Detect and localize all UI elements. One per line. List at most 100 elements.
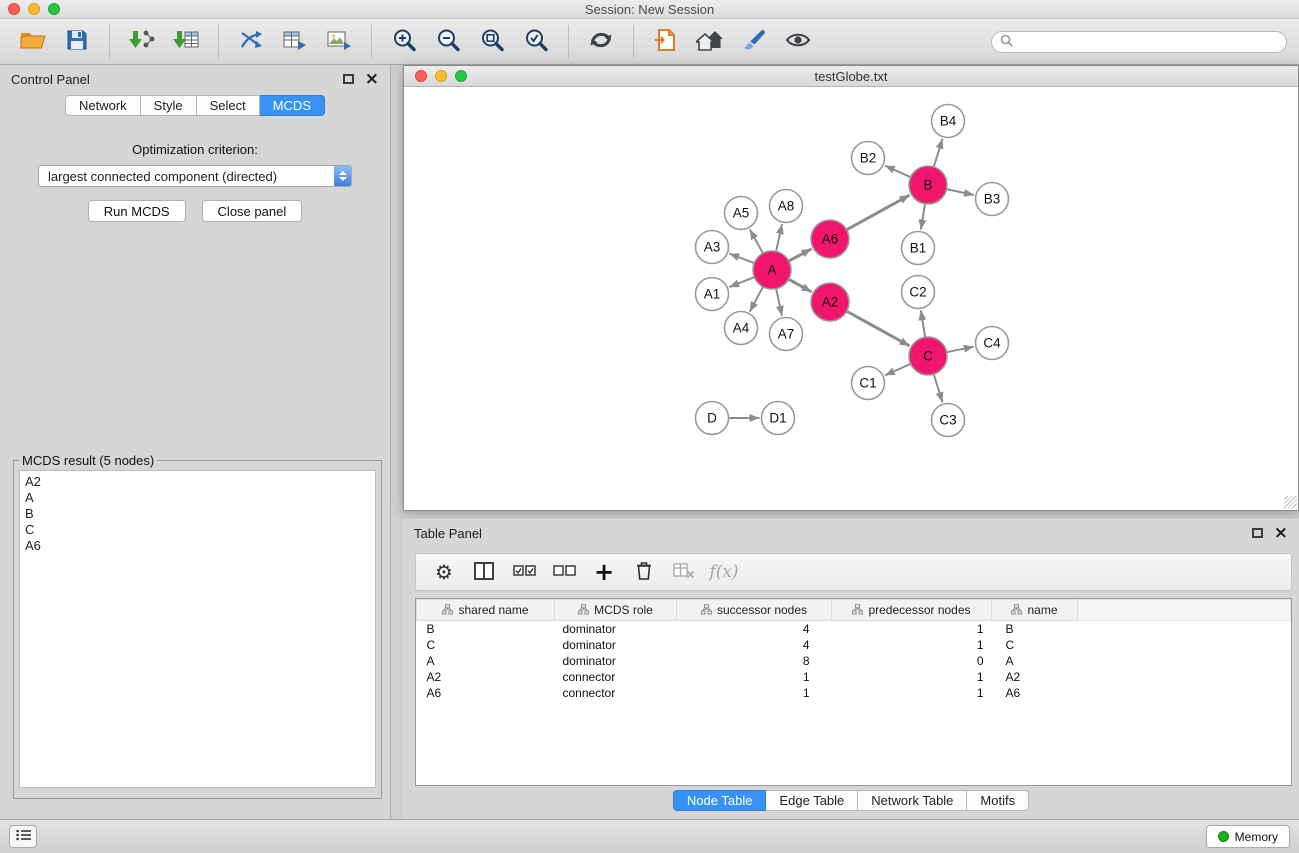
tab-network[interactable]: Network xyxy=(65,95,141,116)
function-builder-button[interactable]: f(x) xyxy=(706,556,742,588)
zoom-window-button[interactable] xyxy=(48,3,60,15)
style-button[interactable] xyxy=(733,23,775,61)
graph-node-A1[interactable]: A1 xyxy=(696,278,729,311)
graph-edge-C-C1[interactable] xyxy=(885,364,911,376)
result-item[interactable]: A2 xyxy=(25,474,370,490)
graph-node-C[interactable]: C xyxy=(909,337,947,375)
result-item[interactable]: A xyxy=(25,490,370,506)
graph-node-A7[interactable]: A7 xyxy=(770,318,803,351)
graph-edge-B-B2[interactable] xyxy=(885,166,911,178)
graph-node-C2[interactable]: C2 xyxy=(902,276,935,309)
table-cell[interactable]: B xyxy=(417,621,555,637)
table-cell[interactable]: 1 xyxy=(832,685,992,701)
tab-mcds[interactable]: MCDS xyxy=(260,95,325,116)
graph-edge-A6-B[interactable] xyxy=(847,195,910,230)
table-cell[interactable]: 1 xyxy=(832,637,992,653)
graph-edge-A-A7[interactable] xyxy=(776,289,782,316)
table-cell[interactable]: dominator xyxy=(555,653,677,669)
create-column-button[interactable]: + xyxy=(586,556,622,588)
table-cell[interactable]: A6 xyxy=(992,685,1078,701)
table-cell[interactable]: dominator xyxy=(555,637,677,653)
graph-edge-B-B3[interactable] xyxy=(947,189,974,195)
search-input[interactable] xyxy=(1018,35,1278,49)
tab-node-table[interactable]: Node Table xyxy=(673,790,767,811)
graph-node-A3[interactable]: A3 xyxy=(696,231,729,264)
float-table-panel-icon[interactable] xyxy=(1252,528,1263,538)
select-all-columns-button[interactable] xyxy=(506,556,542,588)
table-cell[interactable]: dominator xyxy=(555,621,677,637)
table-cell[interactable]: 1 xyxy=(677,669,832,685)
close-panel-button[interactable]: Close panel xyxy=(202,200,303,222)
table-row[interactable]: Bdominator41B xyxy=(417,621,1291,637)
tab-network-table[interactable]: Network Table xyxy=(858,790,967,811)
open-session-button[interactable] xyxy=(12,23,54,61)
show-columns-button[interactable] xyxy=(466,556,502,588)
graph-node-B1[interactable]: B1 xyxy=(902,232,935,265)
graph-node-B3[interactable]: B3 xyxy=(976,183,1009,216)
close-network-window-button[interactable] xyxy=(415,70,427,82)
network-home-button[interactable] xyxy=(689,23,731,61)
table-cell[interactable]: 4 xyxy=(677,637,832,653)
document-import-button[interactable] xyxy=(645,23,687,61)
new-table-button[interactable] xyxy=(274,23,316,61)
graph-edge-A-A3[interactable] xyxy=(729,254,754,264)
graph-node-D[interactable]: D xyxy=(696,402,729,435)
table-row[interactable]: A2connector11A2 xyxy=(417,669,1291,685)
show-graphics-button[interactable] xyxy=(777,23,819,61)
graph-node-B2[interactable]: B2 xyxy=(852,142,885,175)
table-cell[interactable]: A6 xyxy=(417,685,555,701)
graph-node-B[interactable]: B xyxy=(909,166,947,204)
result-item[interactable]: B xyxy=(25,506,370,522)
table-cell[interactable]: connector xyxy=(555,685,677,701)
network-canvas[interactable]: B4B2BB3A8A5A6A3B1AC2A1A2A4A7C4CC1C3DD1 xyxy=(404,87,1298,510)
graph-edge-A-A1[interactable] xyxy=(729,277,754,287)
graph-edge-A2-C[interactable] xyxy=(847,311,910,346)
table-row[interactable]: Adominator80A xyxy=(417,653,1291,669)
column-header-name[interactable]: name xyxy=(992,600,1078,621)
minimize-window-button[interactable] xyxy=(28,3,40,15)
table-cell[interactable]: connector xyxy=(555,669,677,685)
tab-style[interactable]: Style xyxy=(141,95,197,116)
task-history-button[interactable] xyxy=(9,825,37,848)
close-window-button[interactable] xyxy=(8,3,20,15)
delete-column-button[interactable] xyxy=(626,556,662,588)
delete-table-button[interactable] xyxy=(666,556,702,588)
graph-edge-A-A4[interactable] xyxy=(750,287,763,312)
graph-edge-B-B1[interactable] xyxy=(921,204,925,230)
graph-node-A5[interactable]: A5 xyxy=(725,197,758,230)
graph-edge-A-A6[interactable] xyxy=(789,249,812,261)
result-item[interactable]: A6 xyxy=(25,538,370,554)
float-panel-icon[interactable] xyxy=(343,74,354,84)
graph-node-B4[interactable]: B4 xyxy=(932,105,965,138)
run-mcds-button[interactable]: Run MCDS xyxy=(88,200,186,222)
graph-node-C3[interactable]: C3 xyxy=(932,404,965,437)
table-cell[interactable]: B xyxy=(992,621,1078,637)
graph-edge-A-A5[interactable] xyxy=(750,229,763,253)
graph-edge-C-C4[interactable] xyxy=(947,347,974,353)
graph-node-A6[interactable]: A6 xyxy=(811,220,849,258)
graph-node-C4[interactable]: C4 xyxy=(976,327,1009,360)
table-cell[interactable]: 1 xyxy=(677,685,832,701)
graph-node-A4[interactable]: A4 xyxy=(725,312,758,345)
table-cell[interactable]: 1 xyxy=(832,669,992,685)
zoom-out-button[interactable] xyxy=(427,23,469,61)
table-row[interactable]: Cdominator41C xyxy=(417,637,1291,653)
graph-edge-B-B4[interactable] xyxy=(934,139,943,167)
zoom-fit-button[interactable] xyxy=(471,23,513,61)
graph-edge-A-A8[interactable] xyxy=(776,224,782,251)
export-image-button[interactable] xyxy=(318,23,360,61)
graph-node-A8[interactable]: A8 xyxy=(770,190,803,223)
minimize-network-window-button[interactable] xyxy=(435,70,447,82)
table-cell[interactable]: A2 xyxy=(417,669,555,685)
unselect-all-columns-button[interactable] xyxy=(546,556,582,588)
table-cell[interactable]: C xyxy=(417,637,555,653)
import-network-button[interactable] xyxy=(121,23,163,61)
import-table-button[interactable] xyxy=(165,23,207,61)
graph-edge-C-C2[interactable] xyxy=(921,310,925,337)
graph-node-A[interactable]: A xyxy=(753,251,791,289)
column-header-predecessor-nodes[interactable]: predecessor nodes xyxy=(832,600,992,621)
zoom-network-window-button[interactable] xyxy=(455,70,467,82)
graph-edge-C-C3[interactable] xyxy=(934,374,943,402)
table-settings-button[interactable]: ⚙ xyxy=(426,556,462,588)
table-row[interactable]: A6connector11A6 xyxy=(417,685,1291,701)
